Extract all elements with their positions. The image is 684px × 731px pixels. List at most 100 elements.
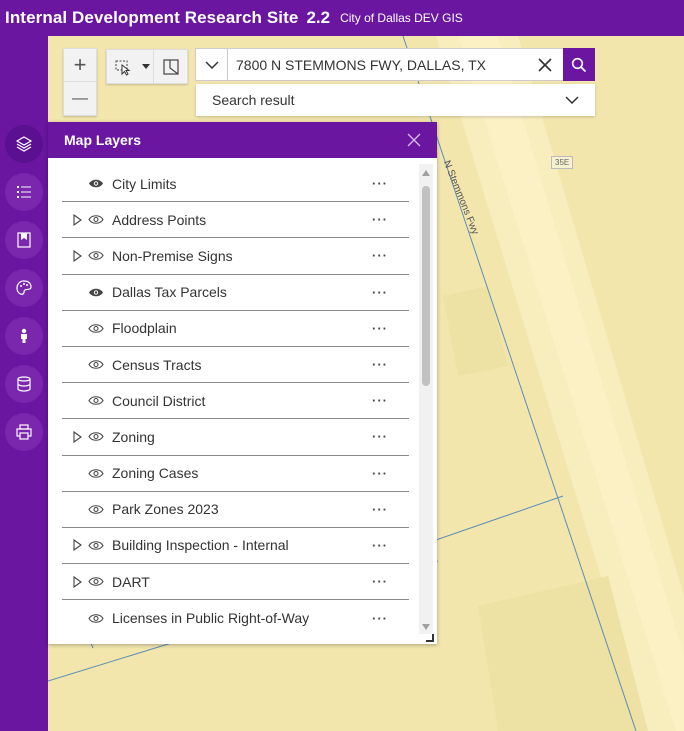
layer-name: Park Zones 2023 xyxy=(112,501,219,518)
print-button[interactable] xyxy=(5,413,43,451)
palette-icon xyxy=(16,280,32,295)
chevron-down-icon xyxy=(204,60,219,69)
layer-row[interactable]: Floodplain ··· xyxy=(62,311,409,347)
caret-up-icon xyxy=(422,170,430,176)
highway-shield: 35E xyxy=(551,156,574,169)
layer-row[interactable]: DART ··· xyxy=(62,564,409,601)
more-options-button[interactable]: ··· xyxy=(372,357,388,372)
search-button[interactable] xyxy=(563,48,595,81)
list-icon xyxy=(17,186,31,198)
layer-row[interactable]: City Limits ··· xyxy=(62,166,409,203)
layers-icon xyxy=(15,136,33,152)
pegman-icon xyxy=(21,328,27,343)
zoom-in-button[interactable]: + xyxy=(64,49,96,82)
select-button[interactable] xyxy=(107,50,139,83)
expand-caret-icon[interactable] xyxy=(71,249,83,262)
eye-outline-icon[interactable] xyxy=(87,359,105,371)
eye-outline-icon[interactable] xyxy=(87,539,105,551)
scroll-thumb[interactable] xyxy=(422,186,430,386)
layer-name: Council District xyxy=(112,392,206,409)
layer-row[interactable]: Census Tracts ··· xyxy=(62,347,409,384)
layer-row[interactable]: Council District ··· xyxy=(62,383,409,420)
layer-name: Zoning xyxy=(112,428,155,445)
layer-name: Floodplain xyxy=(112,320,177,337)
layer-row[interactable]: Address Points ··· xyxy=(62,202,409,239)
scrollbar[interactable] xyxy=(419,164,433,634)
scroll-down-button[interactable] xyxy=(419,620,433,634)
more-options-button[interactable]: ··· xyxy=(372,321,388,336)
search-source-dropdown[interactable] xyxy=(196,49,228,80)
scroll-up-button[interactable] xyxy=(419,166,433,180)
parcel-shape xyxy=(443,286,508,376)
panel-title: Map Layers xyxy=(64,132,142,148)
layers-button[interactable] xyxy=(5,125,43,163)
search-input[interactable] xyxy=(228,49,527,80)
resize-grip[interactable] xyxy=(426,634,434,642)
layer-name: Census Tracts xyxy=(112,356,202,373)
search-result-dropdown[interactable]: Search result xyxy=(196,84,595,116)
layer-row[interactable]: Dallas Tax Parcels ··· xyxy=(62,275,409,311)
chevron-down-icon xyxy=(565,96,579,104)
caret-down-icon xyxy=(142,63,150,69)
more-options-button[interactable]: ··· xyxy=(372,212,388,227)
basemap-button[interactable] xyxy=(5,269,43,307)
select-area-icon xyxy=(162,58,179,75)
more-options-button[interactable]: ··· xyxy=(372,393,388,408)
eye-outline-icon[interactable] xyxy=(87,576,105,588)
map-layers-panel: Map Layers City Limits ··· Address Points ·… xyxy=(48,122,437,644)
layer-name: Non-Premise Signs xyxy=(112,247,233,264)
expand-caret-icon[interactable] xyxy=(71,213,83,226)
bookmark-icon xyxy=(17,232,31,248)
zoom-out-button[interactable]: — xyxy=(64,82,96,115)
select-tool xyxy=(106,49,188,84)
layer-row[interactable]: Building Inspection - Internal ··· xyxy=(62,528,409,565)
highway-shield-label: 35E xyxy=(555,158,570,167)
search-bar xyxy=(195,48,595,81)
data-button[interactable] xyxy=(5,365,43,403)
layer-name: Building Inspection - Internal xyxy=(112,537,289,554)
layer-name: Zoning Cases xyxy=(112,465,199,482)
eye-outline-icon[interactable] xyxy=(87,431,105,443)
eye-icon[interactable] xyxy=(87,286,105,298)
expand-caret-icon[interactable] xyxy=(71,539,83,552)
eye-outline-icon[interactable] xyxy=(87,612,105,624)
eye-outline-icon[interactable] xyxy=(87,322,105,334)
layer-name: Licenses in Public Right-of-Way xyxy=(112,610,310,627)
more-options-button[interactable]: ··· xyxy=(372,429,388,444)
eye-outline-icon[interactable] xyxy=(87,214,105,226)
legend-button[interactable] xyxy=(5,173,43,211)
layer-row[interactable]: Park Zones 2023 ··· xyxy=(62,492,409,528)
more-options-button[interactable]: ··· xyxy=(372,285,388,300)
sidebar xyxy=(0,36,48,731)
select-dropdown-button[interactable] xyxy=(139,50,153,83)
eye-outline-icon[interactable] xyxy=(87,467,105,479)
search-clear-button[interactable] xyxy=(527,49,563,80)
panel-header: Map Layers xyxy=(48,122,437,158)
expand-caret-icon[interactable] xyxy=(71,575,83,588)
search-icon xyxy=(571,57,587,72)
more-options-button[interactable]: ··· xyxy=(372,466,388,481)
close-icon[interactable] xyxy=(407,133,421,147)
more-options-button[interactable]: ··· xyxy=(372,611,388,626)
eye-icon[interactable] xyxy=(87,178,105,190)
streetview-button[interactable] xyxy=(5,317,43,355)
bookmarks-button[interactable] xyxy=(5,221,43,259)
layer-row[interactable]: Zoning Cases ··· xyxy=(62,456,409,492)
more-options-button[interactable]: ··· xyxy=(372,502,388,517)
more-options-button[interactable]: ··· xyxy=(372,176,388,191)
close-icon xyxy=(538,57,552,72)
eye-outline-icon[interactable] xyxy=(87,250,105,262)
layer-row[interactable]: Non-Premise Signs ··· xyxy=(62,238,409,275)
app-version: 2.2 xyxy=(306,8,331,27)
expand-caret-icon[interactable] xyxy=(71,430,83,443)
layer-row[interactable]: Licenses in Public Right-of-Way ··· xyxy=(62,600,409,636)
layer-name: City Limits xyxy=(112,175,177,192)
app-subtitle: City of Dallas DEV GIS xyxy=(340,11,463,25)
more-options-button[interactable]: ··· xyxy=(372,538,388,553)
eye-outline-icon[interactable] xyxy=(87,503,105,515)
more-options-button[interactable]: ··· xyxy=(372,574,388,589)
eye-outline-icon[interactable] xyxy=(87,395,105,407)
layer-row[interactable]: Zoning ··· xyxy=(62,419,409,456)
more-options-button[interactable]: ··· xyxy=(372,248,388,263)
select-by-area-button[interactable] xyxy=(153,50,187,83)
